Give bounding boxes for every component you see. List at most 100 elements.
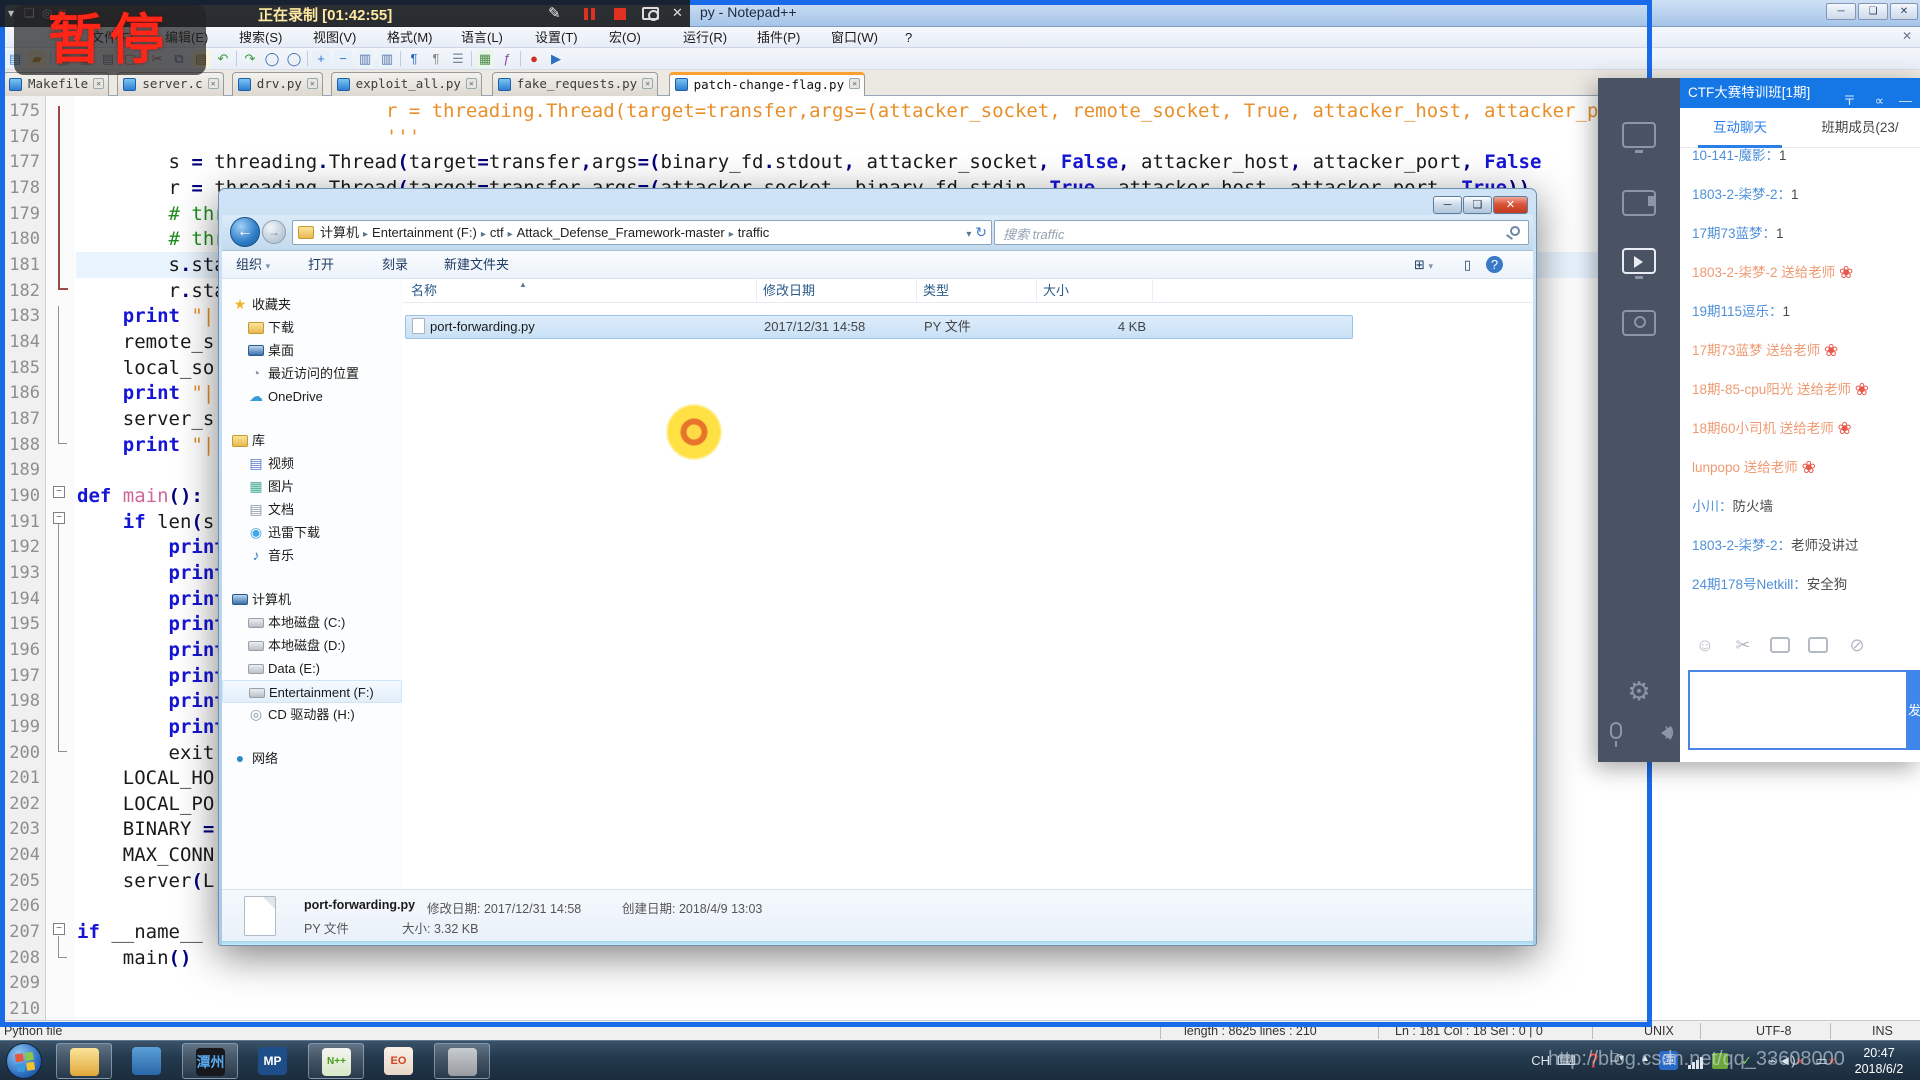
sidebar-item-最近访问的位置[interactable]: ◔ 最近访问的位置 (222, 362, 402, 385)
replace-icon[interactable]: ◯ (285, 50, 303, 68)
record-macro-icon[interactable]: ● (525, 50, 543, 68)
network-signal-icon[interactable] (1688, 1057, 1704, 1069)
fold-marker-207[interactable]: − (53, 923, 65, 935)
speaker-icon[interactable] (1654, 724, 1674, 740)
sidebar-item-下载[interactable]: 下载 (222, 316, 402, 339)
menu-8[interactable]: 运行(R) (677, 29, 733, 46)
preview-pane-icon[interactable]: ▯ (1464, 255, 1471, 275)
language-indicator[interactable]: CH (1531, 1053, 1550, 1068)
explorer-toolbar-2[interactable]: 刻录 (382, 255, 408, 275)
indent-guide-icon[interactable]: ☰ (449, 50, 467, 68)
sidebar-item-CD 驱动器 (H:)[interactable]: ◎ CD 驱动器 (H:) (222, 703, 402, 726)
breadcrumb-2[interactable]: ctf (486, 221, 508, 244)
column-name[interactable]: 名称 (405, 279, 757, 303)
word-wrap-icon[interactable]: ¶ (405, 50, 423, 68)
tab-close-icon[interactable]: ✕ (93, 78, 105, 89)
play-macro-icon[interactable]: ▶ (547, 50, 565, 68)
redo-icon[interactable]: ↷ (241, 50, 259, 68)
breadcrumb-3[interactable]: Attack_Defense_Framework-master (513, 221, 729, 244)
explorer-close-button[interactable]: ✕ (1493, 196, 1528, 214)
sync-h-icon[interactable]: ▥ (378, 50, 396, 68)
tab-close-icon[interactable]: ✕ (207, 78, 219, 89)
sidebar-header-计算机[interactable]: 计算机 (222, 588, 402, 611)
checkmark-tray-icon[interactable]: ✓ (1741, 1053, 1752, 1069)
menu-7[interactable]: 宏(O) (603, 29, 647, 46)
taskbar-clock[interactable]: 20:47 2018/6/2 (1842, 1045, 1916, 1077)
menu-10[interactable]: 窗口(W) (825, 29, 884, 46)
sidebar-item-迅雷下载[interactable]: ◉ 迅雷下载 (222, 521, 402, 544)
fold-marker-191[interactable]: − (53, 512, 65, 524)
camera-icon[interactable] (642, 7, 659, 21)
menu-11[interactable]: ? (899, 29, 918, 46)
forward-button[interactable]: → (262, 220, 286, 244)
show-hidden-icons[interactable]: ▲ (1640, 1053, 1650, 1064)
tab-Makefile[interactable]: Makefile ✕ (3, 72, 110, 96)
recorder-close-icon[interactable]: ✕ (672, 5, 683, 21)
sync-v-icon[interactable]: ▥ (356, 50, 374, 68)
settings-gear-icon[interactable]: ⚙ (1624, 676, 1654, 706)
explorer-toolbar-3[interactable]: 新建文件夹 (444, 255, 509, 275)
column-type[interactable]: 类型 (917, 279, 1037, 303)
zoom-out-icon[interactable]: − (334, 50, 352, 68)
refresh-icon[interactable]: ↻ (975, 224, 987, 240)
column-modified[interactable]: 修改日期 (757, 279, 917, 303)
help-tray-icon[interactable]: ❓ (1586, 1053, 1602, 1069)
tab-close-icon[interactable]: ✕ (642, 78, 654, 89)
explorer-minimize-button[interactable]: ─ (1433, 196, 1462, 214)
tab-close-icon[interactable]: ✕ (465, 78, 477, 89)
video-camera-icon[interactable] (1622, 190, 1656, 216)
window-arrow-icon[interactable]: ❏▾ (1610, 1053, 1624, 1064)
menu-6[interactable]: 设置(T) (529, 29, 584, 46)
screen-share-icon[interactable] (1622, 122, 1656, 153)
show-symbols-icon[interactable]: ¶ (427, 50, 445, 68)
sidebar-item-图片[interactable]: ▦ 图片 (222, 475, 402, 498)
minimize-button[interactable]: ─ (1826, 3, 1856, 20)
sidebar-item-Data (E:)[interactable]: Data (E:) (222, 657, 402, 680)
tab-fake_requests.py[interactable]: fake_requests.py ✕ (491, 72, 659, 96)
explorer-toolbar-0[interactable]: 组织 ▾ (236, 255, 270, 276)
muted-speaker-icon[interactable]: ◄)✕ (1778, 1053, 1804, 1068)
sidebar-item-Entertainment (F:)[interactable]: Entertainment (F:) (222, 680, 402, 703)
annotate-pen-icon[interactable]: ✎ (548, 4, 561, 22)
zoom-in-icon[interactable]: + (312, 50, 330, 68)
sidebar-item-视频[interactable]: ▤ 视频 (222, 452, 402, 475)
views-icon[interactable]: ⊞ ▾ (1414, 255, 1433, 276)
network-error-icon[interactable]: ▭✕ (1815, 1053, 1836, 1069)
restore-button[interactable]: ❏ (1858, 3, 1888, 20)
explorer-toolbar-1[interactable]: 打开 (308, 255, 334, 275)
breadcrumb-0[interactable]: 计算机 (316, 221, 363, 244)
tab-server.c[interactable]: server.c ✕ (117, 72, 224, 96)
column-size[interactable]: 大小 (1037, 279, 1153, 303)
address-bar[interactable]: 计算机 ▸ Entertainment (F:) ▸ ctf ▸ Attack_Defens… (292, 220, 992, 245)
tab-patch-change-flag.py[interactable]: patch-change-flag.py ✕ (668, 72, 866, 96)
taskbar-mp-app[interactable]: MP (245, 1043, 301, 1079)
menu-3[interactable]: 视图(V) (307, 29, 362, 46)
security-tray-icon[interactable] (1712, 1053, 1728, 1069)
snapshot-icon[interactable] (1622, 310, 1656, 336)
tanzhou-tray-icon[interactable]: 潭 (1659, 1051, 1678, 1070)
send-button[interactable]: 发 (1908, 670, 1920, 750)
taskbar-vmware[interactable] (119, 1043, 175, 1079)
tab-drv.py[interactable]: drv.py ✕ (231, 72, 323, 96)
document-close-icon[interactable]: ✕ (1902, 29, 1912, 43)
sidebar-item-文档[interactable]: ▤ 文档 (222, 498, 402, 521)
address-dropdown-icon[interactable]: ▾ (966, 229, 971, 240)
sidebar-item-本地磁盘 (C:)[interactable]: 本地磁盘 (C:) (222, 611, 402, 634)
tab-close-icon[interactable]: ✕ (306, 78, 318, 89)
tab-interactive-chat[interactable]: 互动聊天 (1680, 108, 1800, 148)
sidebar-header-收藏夹[interactable]: ★ 收藏夹 (222, 293, 402, 316)
taskbar-screen-recorder[interactable] (434, 1043, 490, 1079)
search-box[interactable]: 搜索 traffic (994, 220, 1529, 245)
pause-icon[interactable] (584, 8, 588, 20)
breadcrumb-1[interactable]: Entertainment (F:) (368, 221, 481, 244)
menu-5[interactable]: 语言(L) (455, 29, 509, 46)
power-plug-icon[interactable]: ⌁ (1768, 1053, 1776, 1069)
sidebar-header-库[interactable]: 库 (222, 429, 402, 452)
chat-input-box[interactable] (1688, 670, 1908, 750)
sidebar-item-桌面[interactable]: 桌面 (222, 339, 402, 362)
chat-titlebar[interactable]: CTF大赛特训班[1期] 〒 ∝ — (1680, 78, 1920, 108)
tab-close-icon[interactable]: ✕ (849, 78, 861, 89)
start-button[interactable] (6, 1043, 42, 1079)
stop-icon[interactable] (614, 8, 626, 20)
sidebar-header-网络[interactable]: ● 网络 (222, 747, 402, 770)
